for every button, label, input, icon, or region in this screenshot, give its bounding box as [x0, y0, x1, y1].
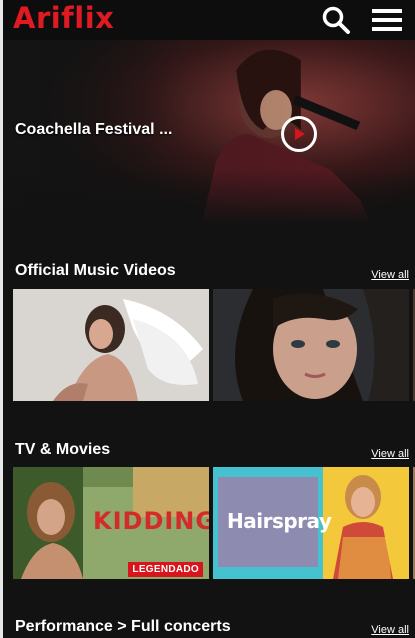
top-bar: Ariflix: [3, 0, 415, 40]
tv-movies-row: KIDDING LEGENDADO Hairspray: [13, 467, 415, 579]
view-all-music-videos-link[interactable]: View all: [371, 269, 409, 281]
music-video-card[interactable]: [213, 289, 409, 401]
app-logo[interactable]: Ariflix: [13, 1, 114, 35]
show-logo: KIDDING: [93, 507, 209, 535]
search-icon[interactable]: [321, 5, 351, 35]
hero-banner[interactable]: Coachella Festival ...: [3, 40, 415, 224]
hamburger-menu-icon[interactable]: [371, 6, 403, 34]
tv-show-card[interactable]: KIDDING LEGENDADO: [13, 467, 209, 579]
section-title-music-videos: Official Music Videos: [15, 262, 176, 279]
view-all-performance-link[interactable]: View all: [371, 624, 409, 636]
movie-card[interactable]: Hairspray: [213, 467, 409, 579]
music-videos-row: [13, 289, 415, 401]
view-all-tv-movies-link[interactable]: View all: [371, 448, 409, 460]
movie-logo: Hairspray: [227, 509, 332, 533]
subtitle-badge: LEGENDADO: [128, 562, 203, 577]
app-screen: Ariflix Coachella Festival ... Official …: [0, 0, 415, 638]
video-thumbnail: [13, 289, 209, 401]
section-title-tv-movies: TV & Movies: [15, 441, 111, 458]
play-icon[interactable]: [281, 116, 317, 152]
music-video-card[interactable]: [13, 289, 209, 401]
video-thumbnail: [213, 289, 409, 401]
hero-title[interactable]: Coachella Festival ...: [15, 121, 172, 139]
section-title-performance: Performance > Full concerts: [15, 618, 231, 635]
